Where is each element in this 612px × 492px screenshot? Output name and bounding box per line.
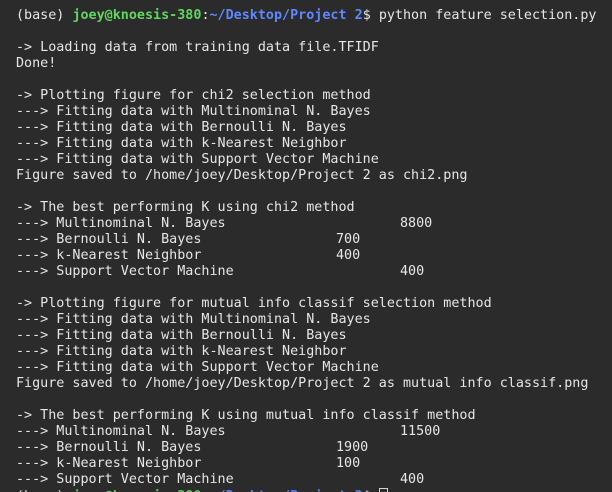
result-value: 400 <box>400 264 425 279</box>
result-value: 100 <box>336 456 361 471</box>
command-text: python feature selection.py <box>378 8 597 23</box>
output-line: ---> Fitting data with Support Vector Ma… <box>16 360 379 375</box>
terminal-output: (base) joey@knoesis-380:~/Desktop/Projec… <box>16 8 612 492</box>
result-label: ---> Support Vector Machine <box>16 472 234 487</box>
saved-message: Figure saved to /home/joey/Desktop/Proje… <box>16 168 468 183</box>
result-row: ---> Bernoulli N. Bayes 700 <box>16 232 612 248</box>
user-host: joey@knoesis-380 <box>72 8 202 23</box>
result-value: 1900 <box>336 440 369 455</box>
output-line: ---> Fitting data with Multinominal N. B… <box>16 104 371 119</box>
result-value: 8800 <box>400 216 433 231</box>
command-prompt-line: (base) joey@knoesis-380:~/Desktop/Projec… <box>16 8 612 24</box>
result-label: ---> k-Nearest Neighbor <box>16 248 202 263</box>
section-header: -> The best performing K using mutual in… <box>16 408 476 423</box>
next-prompt-line: (base) joey@knoesis-380:~/Desktop/Projec… <box>16 488 612 492</box>
result-value: 700 <box>336 232 361 247</box>
result-row: ---> Multinominal N. Bayes 8800 <box>16 216 612 232</box>
result-label: ---> Multinominal N. Bayes <box>16 216 226 231</box>
result-value: 400 <box>336 248 361 263</box>
section-header: -> The best performing K using chi2 meth… <box>16 200 355 215</box>
result-row: ---> Support Vector Machine 400 <box>16 264 612 280</box>
output-line: ---> Fitting data with Bernoulli N. Baye… <box>16 120 347 135</box>
terminal-window[interactable]: (base) joey@knoesis-380:~/Desktop/Projec… <box>0 0 612 492</box>
output-line: -> Loading data from training data file.… <box>16 40 379 55</box>
conda-env: (base) <box>16 8 73 23</box>
section-header: -> Plotting figure for mutual info class… <box>16 296 492 311</box>
output-line: ---> Fitting data with k-Nearest Neighbo… <box>16 136 347 151</box>
result-row: ---> Multinominal N. Bayes 11500 <box>16 424 612 440</box>
output-line: ---> Fitting data with Support Vector Ma… <box>16 152 379 167</box>
result-row: ---> Bernoulli N. Bayes 1900 <box>16 440 612 456</box>
saved-message: Figure saved to /home/joey/Desktop/Proje… <box>16 376 589 391</box>
output-line: ---> Fitting data with k-Nearest Neighbo… <box>16 344 347 359</box>
output-line: ---> Fitting data with Bernoulli N. Baye… <box>16 328 347 343</box>
result-label: ---> Bernoulli N. Bayes <box>16 232 202 247</box>
prompt-dollar: $ <box>362 8 379 23</box>
section-header: -> Plotting figure for chi2 selection me… <box>16 88 371 103</box>
result-row: ---> Support Vector Machine 400 <box>16 472 612 488</box>
result-row: ---> k-Nearest Neighbor 400 <box>16 248 612 264</box>
terminal-cursor <box>378 488 388 492</box>
output-line: Done! <box>16 56 57 71</box>
result-row: ---> k-Nearest Neighbor 100 <box>16 456 612 472</box>
result-label: ---> Bernoulli N. Bayes <box>16 440 202 455</box>
output-line: ---> Fitting data with Multinominal N. B… <box>16 312 371 327</box>
result-value: 11500 <box>400 424 441 439</box>
prompt-separator: : <box>201 8 210 23</box>
result-label: ---> Support Vector Machine <box>16 264 234 279</box>
working-directory: ~/Desktop/Project 2 <box>209 8 363 23</box>
result-label: ---> k-Nearest Neighbor <box>16 456 202 471</box>
result-label: ---> Multinominal N. Bayes <box>16 424 226 439</box>
result-value: 400 <box>400 472 425 487</box>
